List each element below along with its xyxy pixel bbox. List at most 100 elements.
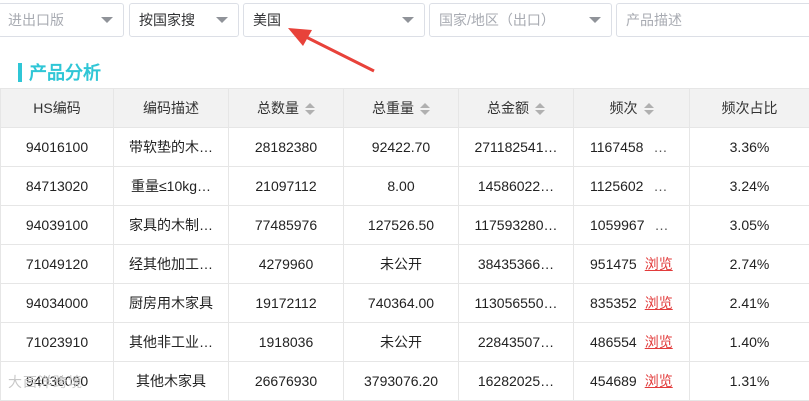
sort-icon[interactable] [305, 103, 315, 116]
qty-cell: 19172112 [228, 283, 344, 323]
country-region-select[interactable]: 国家/地区（出口） [429, 3, 612, 37]
weight-cell: 92422.70 [343, 127, 459, 167]
browse-link[interactable]: 浏览 [645, 295, 673, 311]
watermark: 大西洋跨境 [8, 374, 83, 390]
col-header-qty[interactable]: 总数量 [228, 88, 344, 128]
amount-cell: 16282025… [458, 361, 574, 401]
sort-icon[interactable] [535, 103, 545, 116]
freq-cell: 1059967 … [573, 205, 690, 245]
freq-cell: 486554 浏览 [573, 322, 690, 362]
title-bar-decoration [18, 63, 22, 82]
browse-link[interactable]: 浏览 [645, 334, 673, 350]
hs-code-cell: 71023910 [0, 322, 114, 362]
weight-cell: 未公开 [343, 244, 459, 284]
desc-cell: 家具的木制… [113, 205, 229, 245]
table-row: 94016100 带软垫的木… 28182380 92422.70 271182541…… [0, 127, 809, 167]
amount-cell: 38435366… [458, 244, 574, 284]
chevron-down-icon [216, 17, 228, 23]
freq-ellipsis: … [653, 139, 668, 155]
qty-cell: 1918036 [228, 322, 344, 362]
country-value: 美国 [253, 12, 281, 28]
search-mode-value: 按国家搜 [139, 12, 195, 28]
freq-value: 1167458 [590, 139, 644, 155]
section-title: 产品分析 [18, 63, 101, 83]
filter-bar: 进出口版 按国家搜 美国 国家/地区（出口） 产品描述 [0, 0, 809, 44]
weight-cell: 740364.00 [343, 283, 459, 323]
trade-type-placeholder: 进出口版 [8, 12, 64, 28]
amount-cell: 113056550… [458, 283, 574, 323]
freq-cell: 835352 浏览 [573, 283, 690, 323]
search-mode-select[interactable]: 按国家搜 [129, 3, 239, 37]
hs-code-cell: 94039100 [0, 205, 114, 245]
table-row: 71049120 经其他加工… 4279960 未公开 38435366… 951475 浏… [0, 244, 809, 284]
product-analysis-table: HS编码 编码描述 总数量 总重量 总金额 频次 频次占比 94016100 带软… [0, 88, 809, 401]
hs-code-cell: 94034000 [0, 283, 114, 323]
qty-cell: 4279960 [228, 244, 344, 284]
freq-value: 454689 [590, 373, 637, 389]
freq-value: 1125602 [590, 178, 644, 194]
amount-cell: 117593280… [458, 205, 574, 245]
chevron-down-icon [101, 17, 113, 23]
freq-cell: 1167458 … [573, 127, 690, 167]
freq-cell: 454689 浏览 [573, 361, 690, 401]
trade-type-select[interactable]: 进出口版 [0, 3, 124, 37]
ratio-cell: 3.05% [689, 205, 809, 245]
qty-cell: 77485976 [228, 205, 344, 245]
weight-cell: 8.00 [343, 166, 459, 206]
country-region-placeholder: 国家/地区（出口） [439, 12, 555, 28]
ratio-cell: 1.31% [689, 361, 809, 401]
chevron-down-icon [402, 17, 414, 23]
amount-cell: 271182541… [458, 127, 574, 167]
hs-code-cell: 71049120 [0, 244, 114, 284]
sort-icon[interactable] [643, 103, 654, 116]
product-desc-placeholder: 产品描述 [626, 12, 682, 28]
freq-value: 1059967 [590, 217, 645, 233]
table-row: 84713020 重量≤10kg… 21097112 8.00 14586022… 112… [0, 166, 809, 206]
table-row: 94039100 家具的木制… 77485976 127526.50 117593280… [0, 205, 809, 245]
desc-cell: 其他非工业… [113, 322, 229, 362]
browse-link[interactable]: 浏览 [645, 373, 673, 389]
desc-cell: 厨房用木家具 [113, 283, 229, 323]
section-title-text: 产品分析 [29, 63, 101, 83]
freq-ellipsis: … [653, 178, 668, 194]
red-arrow-annotation-icon [288, 28, 375, 73]
freq-cell: 1125602 … [573, 166, 690, 206]
amount-cell: 22843507… [458, 322, 574, 362]
sort-icon[interactable] [420, 103, 430, 116]
freq-ellipsis: … [654, 217, 669, 233]
ratio-cell: 2.74% [689, 244, 809, 284]
desc-cell: 经其他加工… [113, 244, 229, 284]
col-header-hs: HS编码 [0, 88, 114, 128]
freq-value: 835352 [590, 295, 637, 311]
desc-cell: 其他木家具 [113, 361, 229, 401]
col-header-amount[interactable]: 总金额 [458, 88, 574, 128]
qty-cell: 28182380 [228, 127, 344, 167]
ratio-cell: 2.41% [689, 283, 809, 323]
ratio-cell: 3.36% [689, 127, 809, 167]
product-desc-input[interactable]: 产品描述 [616, 3, 809, 37]
table-row: 71023910 其他非工业… 1918036 未公开 22843507… 486554 浏… [0, 322, 809, 362]
freq-cell: 951475 浏览 [573, 244, 690, 284]
weight-cell: 3793076.20 [343, 361, 459, 401]
desc-cell: 重量≤10kg… [113, 166, 229, 206]
browse-link[interactable]: 浏览 [645, 256, 673, 272]
freq-value: 951475 [590, 256, 637, 272]
weight-cell: 未公开 [343, 322, 459, 362]
col-header-weight[interactable]: 总重量 [343, 88, 459, 128]
col-header-ratio: 频次占比 [689, 88, 809, 128]
weight-cell: 127526.50 [343, 205, 459, 245]
qty-cell: 26676930 [228, 361, 344, 401]
ratio-cell: 1.40% [689, 322, 809, 362]
hs-code-cell: 84713020 [0, 166, 114, 206]
chevron-down-icon [589, 17, 601, 23]
table-header-row: HS编码 编码描述 总数量 总重量 总金额 频次 频次占比 [0, 88, 809, 128]
freq-value: 486554 [590, 334, 637, 350]
ratio-cell: 3.24% [689, 166, 809, 206]
amount-cell: 14586022… [458, 166, 574, 206]
desc-cell: 带软垫的木… [113, 127, 229, 167]
qty-cell: 21097112 [228, 166, 344, 206]
table-row: 94036090 其他木家具 26676930 3793076.20 16282025…… [0, 361, 809, 401]
col-header-freq[interactable]: 频次 [573, 88, 690, 128]
hs-code-cell: 94016100 [0, 127, 114, 167]
col-header-desc: 编码描述 [113, 88, 229, 128]
